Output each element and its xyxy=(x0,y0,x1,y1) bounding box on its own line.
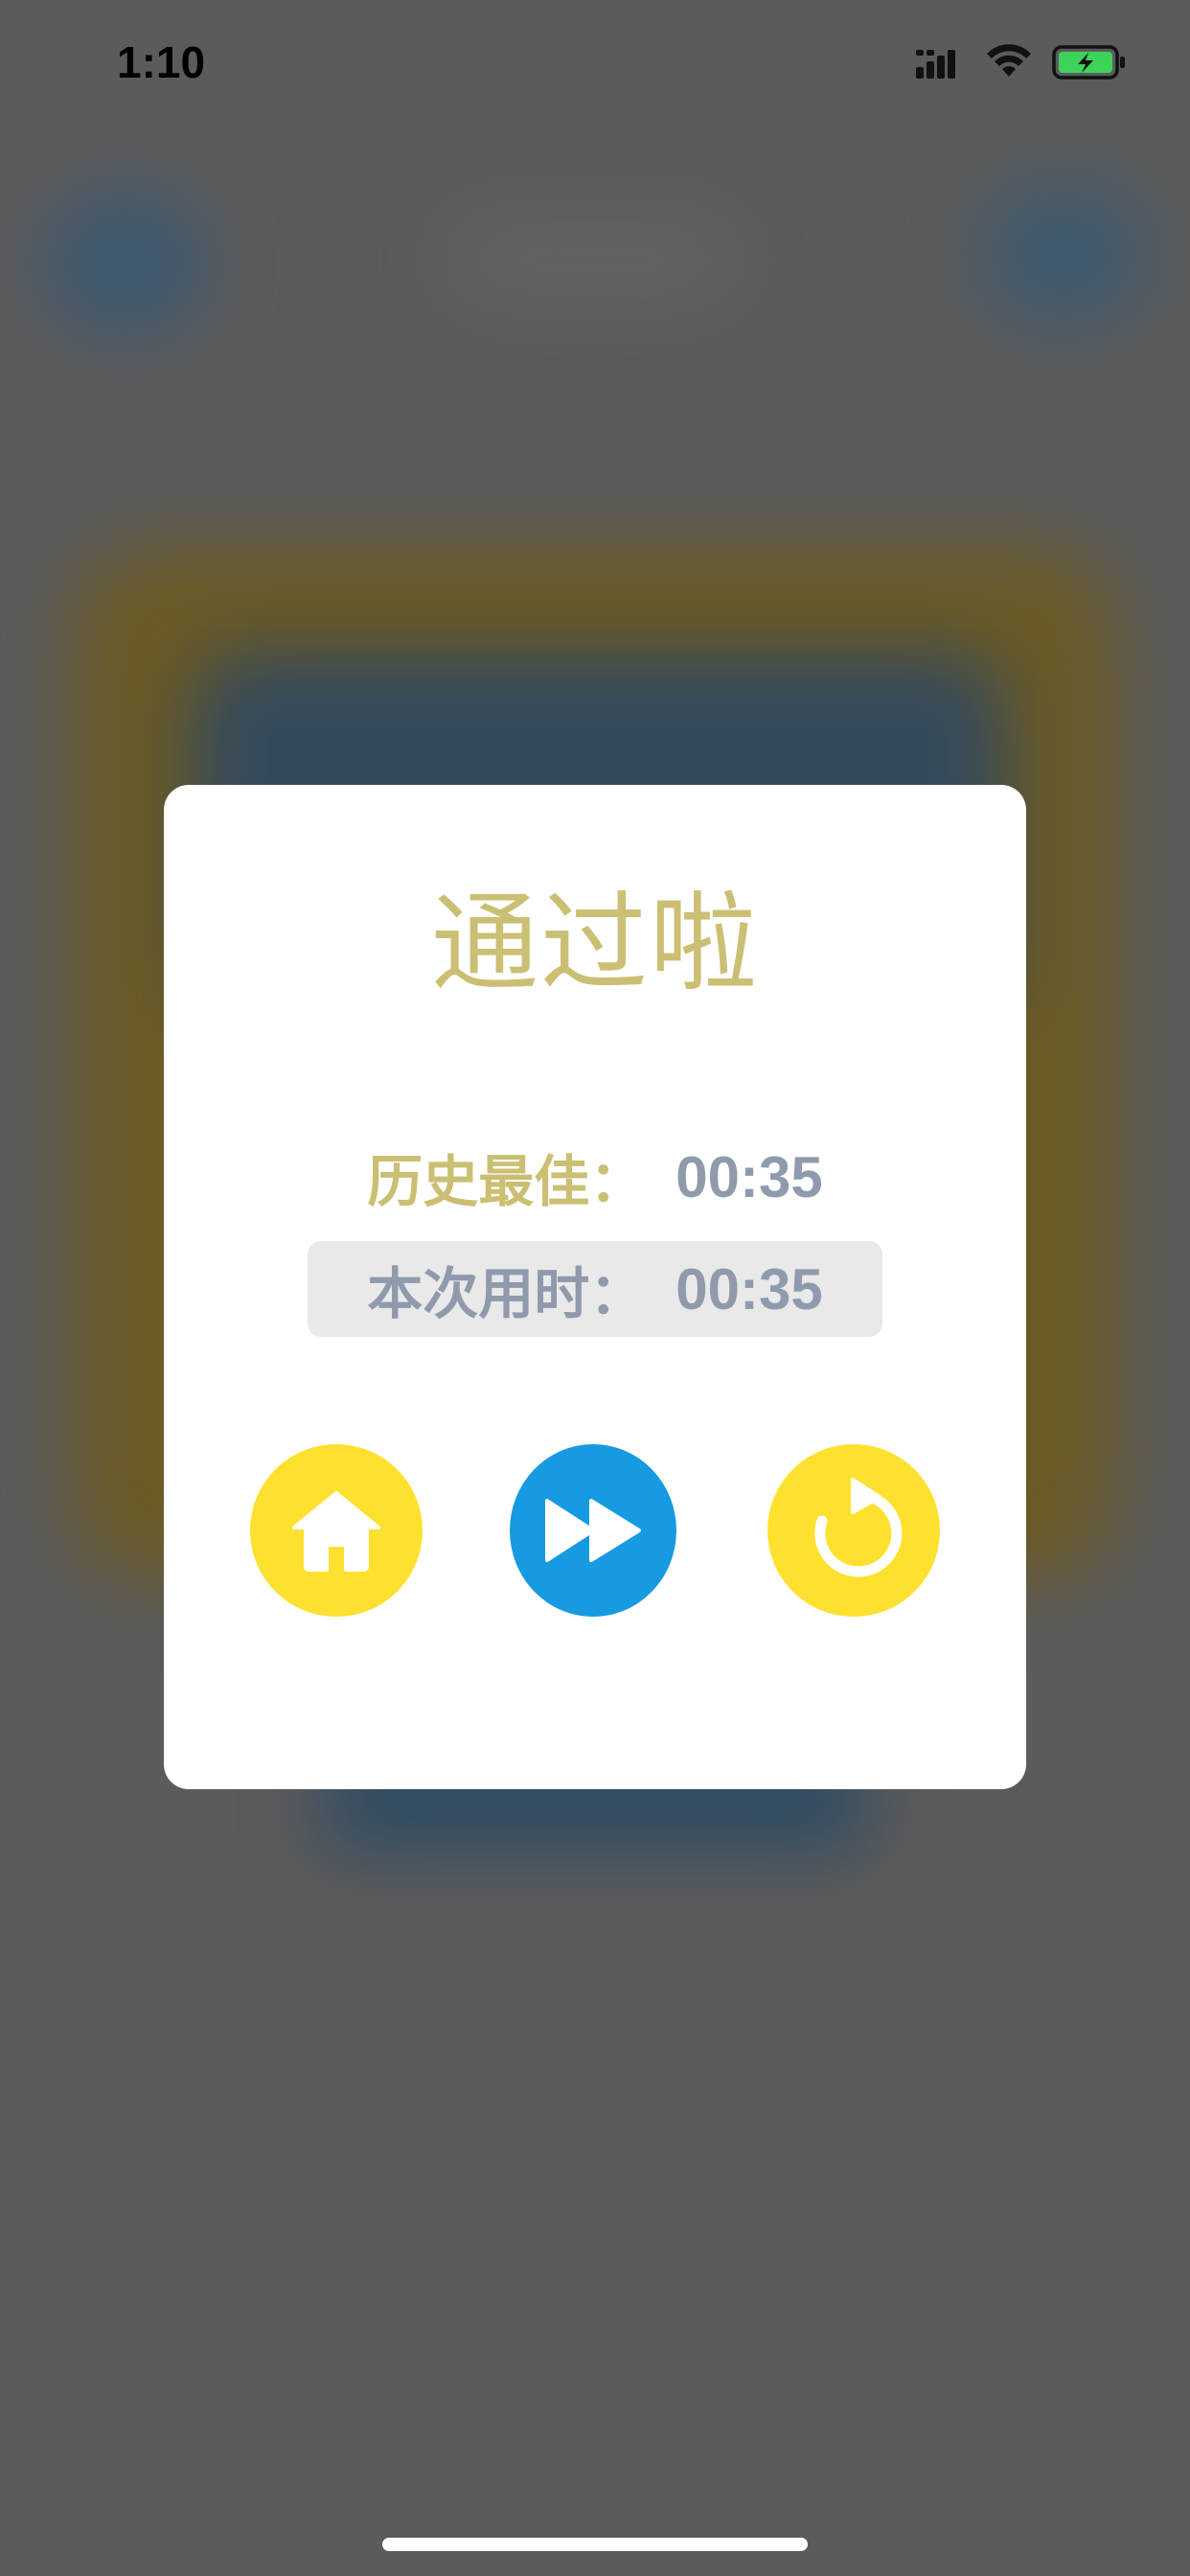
next-level-button[interactable] xyxy=(510,1444,676,1617)
home-icon xyxy=(292,1491,380,1572)
current-time-value: 00:35 xyxy=(675,1256,823,1322)
best-time-row: 历史最佳： 00:35 xyxy=(308,1129,882,1225)
fast-forward-icon xyxy=(545,1499,641,1562)
current-time-label: 本次用时： xyxy=(367,1261,646,1326)
best-time-label: 历史最佳： xyxy=(367,1149,646,1214)
background-blob xyxy=(43,192,206,335)
best-time-value: 00:35 xyxy=(675,1144,823,1209)
cellular-signal-icon xyxy=(916,50,955,79)
restart-icon xyxy=(814,1478,903,1577)
dialog-title: 通过啦 xyxy=(431,882,759,1006)
status-bar: 1:10 xyxy=(0,0,1190,125)
wifi-icon xyxy=(987,44,1031,77)
current-time-row: 本次用时： 00:35 xyxy=(308,1241,882,1337)
home-button[interactable] xyxy=(250,1444,423,1617)
level-complete-dialog: 通过啦 历史最佳： 00:35 本次用时： 00:35 xyxy=(164,785,1026,1789)
restart-button[interactable] xyxy=(767,1444,940,1617)
background-blob xyxy=(450,220,738,297)
background-blob xyxy=(977,182,1150,326)
battery-charging-icon xyxy=(1052,45,1125,80)
home-indicator[interactable] xyxy=(382,2538,808,2551)
status-time: 1:10 xyxy=(117,37,206,87)
